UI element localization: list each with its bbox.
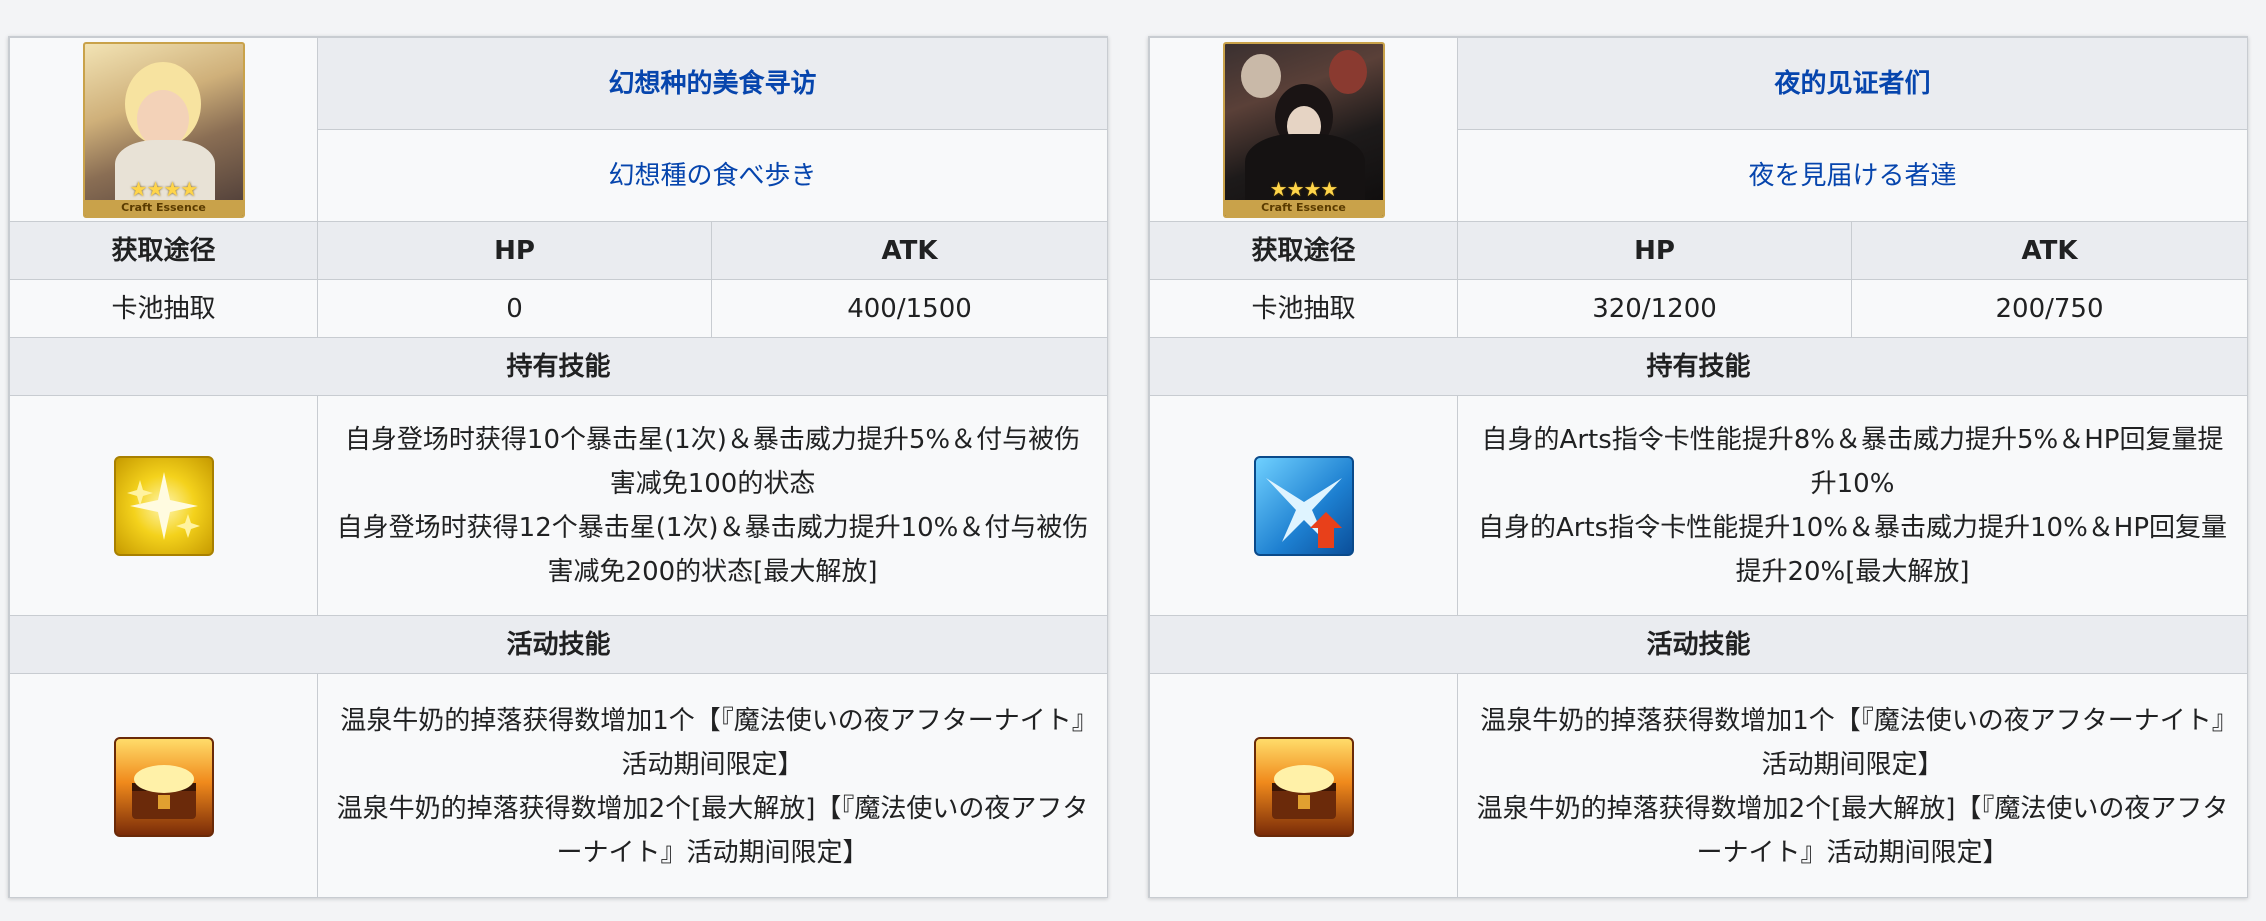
craft-essence-portrait[interactable]: ★★★★ Craft Essence bbox=[1222, 41, 1385, 218]
event-skill-line: 温泉牛奶的掉落获得数增加2个[最大解放]【『魔法使いの夜アフターナイト』活动期间… bbox=[336, 793, 1089, 868]
craft-essence-label: Craft Essence bbox=[1224, 199, 1383, 216]
event-skill-description: 温泉牛奶的掉落获得数增加1个【『魔法使いの夜アフターナイト』活动期间限定】 温泉… bbox=[316, 673, 1107, 897]
source-header: 获取途径 bbox=[1149, 221, 1458, 280]
name-cn-link[interactable]: 夜的见证者们 bbox=[1775, 69, 1931, 99]
name-cn-link[interactable]: 幻想种的美食寻访 bbox=[609, 69, 817, 99]
hp-value: 320/1200 bbox=[1457, 279, 1852, 338]
held-skill-title: 持有技能 bbox=[9, 337, 1107, 396]
craft-essence-table: ★★★★ Craft Essence 幻想种的美食寻访 幻想種の食べ歩き 获取途… bbox=[9, 37, 1107, 897]
event-skill-line: 温泉牛奶的掉落获得数增加2个[最大解放]【『魔法使いの夜アフターナイト』活动期间… bbox=[1476, 793, 2229, 868]
held-skill-title: 持有技能 bbox=[1149, 337, 2247, 396]
atk-header: ATK bbox=[1850, 221, 2247, 280]
craft-essence-card: ★★★★ Craft Essence 幻想种的美食寻访 幻想種の食べ歩き 获取途… bbox=[8, 36, 1108, 898]
rarity-stars: ★★★★ bbox=[129, 176, 199, 201]
craft-essence-portrait[interactable]: ★★★★ Craft Essence bbox=[82, 41, 245, 218]
event-skill-icon-cell bbox=[1149, 673, 1458, 897]
name-jp: 幻想種の食べ歩き bbox=[316, 129, 1107, 222]
event-skill-icon-cell bbox=[9, 673, 318, 897]
portrait-cell: ★★★★ Craft Essence bbox=[9, 37, 318, 222]
source-value: 卡池抽取 bbox=[9, 279, 318, 338]
name-cn: 幻想种的美食寻访 bbox=[316, 37, 1107, 130]
source-value: 卡池抽取 bbox=[1149, 279, 1458, 338]
event-skill-title: 活动技能 bbox=[9, 615, 1107, 674]
hp-value: 0 bbox=[317, 279, 712, 338]
held-skill-description: 自身登场时获得10个暴击星(1次)＆暴击威力提升5%＆付与被伤害减免100的状态… bbox=[316, 395, 1107, 616]
hp-header: HP bbox=[317, 221, 712, 280]
portrait-cell: ★★★★ Craft Essence bbox=[1149, 37, 1458, 222]
craft-essence-label: Craft Essence bbox=[84, 199, 243, 216]
held-skill-icon-cell bbox=[9, 395, 318, 616]
source-header: 获取途径 bbox=[9, 221, 318, 280]
held-skill-line: 自身的Arts指令卡性能提升10%＆暴击威力提升10%＆HP回复量提升20%[最… bbox=[1477, 512, 2228, 587]
critical-star-icon bbox=[113, 455, 214, 556]
atk-header: ATK bbox=[710, 221, 1107, 280]
event-skill-description: 温泉牛奶的掉落获得数增加1个【『魔法使いの夜アフターナイト』活动期间限定】 温泉… bbox=[1456, 673, 2247, 897]
atk-value: 200/750 bbox=[1850, 279, 2247, 338]
name-cn: 夜的见证者们 bbox=[1456, 37, 2247, 130]
atk-value: 400/1500 bbox=[710, 279, 1107, 338]
name-jp: 夜を見届ける者達 bbox=[1456, 129, 2247, 222]
treasure-chest-icon bbox=[1253, 736, 1354, 837]
event-skill-line: 温泉牛奶的掉落获得数增加1个【『魔法使いの夜アフターナイト』活动期间限定】 bbox=[340, 705, 1085, 780]
hp-header: HP bbox=[1457, 221, 1852, 280]
craft-essence-table: ★★★★ Craft Essence 夜的见证者们 夜を見届ける者達 获取途径 … bbox=[1149, 37, 2247, 897]
held-skill-description: 自身的Arts指令卡性能提升8%＆暴击威力提升5%＆HP回复量提升10% 自身的… bbox=[1456, 395, 2247, 616]
craft-essence-card: ★★★★ Craft Essence 夜的见证者们 夜を見届ける者達 获取途径 … bbox=[1148, 36, 2248, 898]
event-skill-line: 温泉牛奶的掉落获得数增加1个【『魔法使いの夜アフターナイト』活动期间限定】 bbox=[1480, 705, 2225, 780]
held-skill-icon-cell bbox=[1149, 395, 1458, 616]
held-skill-line: 自身的Arts指令卡性能提升8%＆暴击威力提升5%＆HP回复量提升10% bbox=[1481, 424, 2224, 499]
held-skill-line: 自身登场时获得10个暴击星(1次)＆暴击威力提升5%＆付与被伤害减免100的状态 bbox=[344, 424, 1081, 499]
held-skill-line: 自身登场时获得12个暴击星(1次)＆暴击威力提升10%＆付与被伤害减免200的状… bbox=[336, 512, 1089, 587]
event-skill-title: 活动技能 bbox=[1149, 615, 2247, 674]
treasure-chest-icon bbox=[113, 736, 214, 837]
rarity-stars: ★★★★ bbox=[1269, 176, 1339, 201]
arts-up-icon bbox=[1253, 455, 1354, 556]
